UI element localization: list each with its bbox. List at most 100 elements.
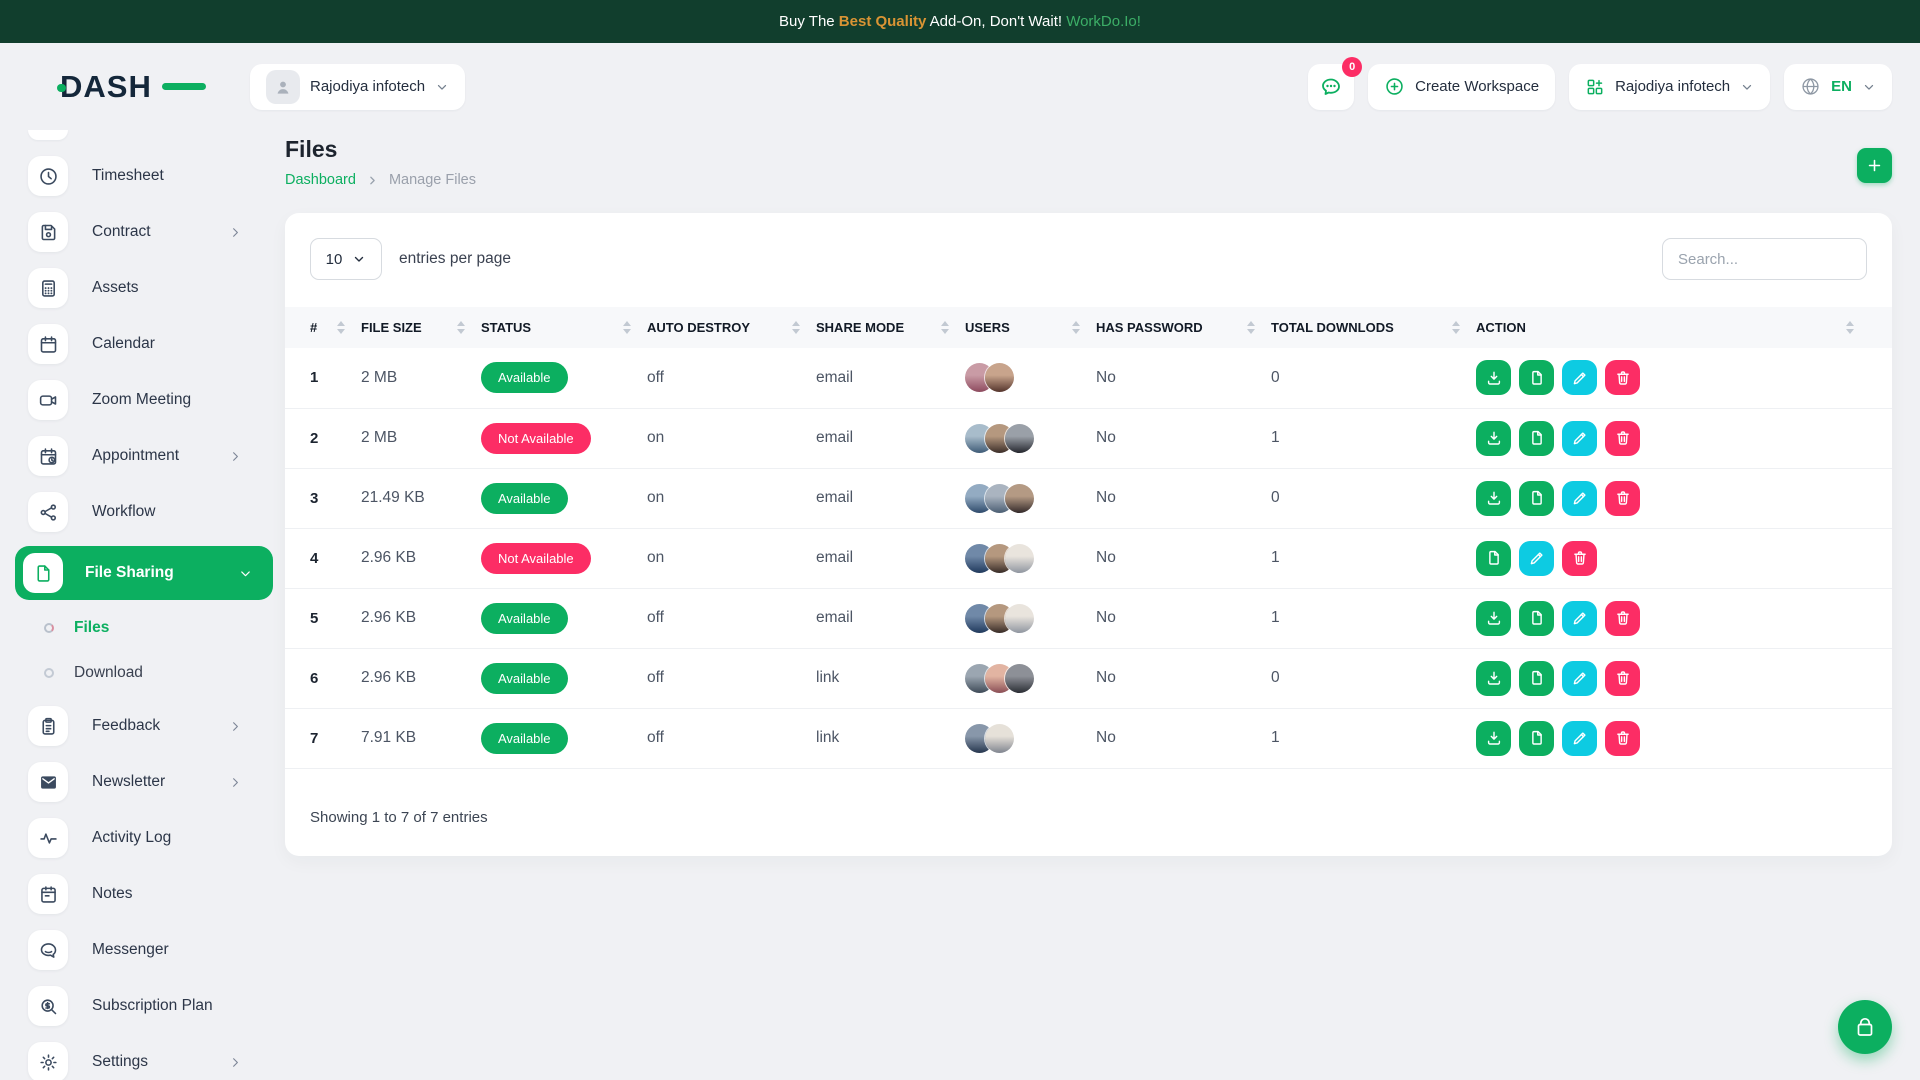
cell-share-mode: link: [816, 708, 965, 768]
download-button[interactable]: [1476, 360, 1511, 395]
file-button[interactable]: [1519, 421, 1554, 456]
sidebar-item-file-sharing[interactable]: File Sharing: [15, 546, 273, 600]
sidebar-item-activity-log[interactable]: Activity Log: [28, 818, 269, 858]
column-header-label: HAS PASSWORD: [1096, 320, 1203, 335]
sidebar-item-partial: [28, 130, 68, 140]
download-button[interactable]: [1476, 661, 1511, 696]
column-header-has-password[interactable]: HAS PASSWORD: [1096, 307, 1271, 348]
column-header-users[interactable]: USERS: [965, 307, 1096, 348]
sidebar-subitem-download[interactable]: Download: [44, 656, 269, 690]
addon-cart-button[interactable]: [1838, 1000, 1892, 1054]
workspace-avatar: [266, 70, 300, 104]
sort-icon[interactable]: [1452, 321, 1460, 334]
delete-button[interactable]: [1605, 661, 1640, 696]
add-file-button[interactable]: [1857, 148, 1892, 183]
edit-button[interactable]: [1562, 421, 1597, 456]
plus-icon: [1866, 157, 1883, 174]
delete-button[interactable]: [1605, 721, 1640, 756]
file-button[interactable]: [1519, 661, 1554, 696]
breadcrumb-dashboard[interactable]: Dashboard: [285, 172, 356, 188]
company-selector[interactable]: Rajodiya infotech: [1569, 64, 1770, 110]
sidebar-item-calendar[interactable]: Calendar: [28, 324, 269, 364]
sort-icon[interactable]: [623, 321, 631, 334]
edit-button[interactable]: [1562, 360, 1597, 395]
download-button[interactable]: [1476, 481, 1511, 516]
workspace-selector[interactable]: Rajodiya infotech: [250, 64, 465, 110]
search-input[interactable]: [1662, 238, 1867, 280]
file-button[interactable]: [1519, 360, 1554, 395]
edit-button[interactable]: [1562, 721, 1597, 756]
delete-button[interactable]: [1605, 421, 1640, 456]
sidebar-item-settings[interactable]: Settings: [28, 1042, 269, 1080]
logo-text: DASH: [60, 69, 152, 104]
sidebar-item-subscription-plan[interactable]: Subscription Plan: [28, 986, 269, 1026]
delete-button[interactable]: [1562, 541, 1597, 576]
create-workspace-button[interactable]: Create Workspace: [1368, 64, 1555, 110]
delete-button[interactable]: [1605, 360, 1640, 395]
edit-button[interactable]: [1562, 661, 1597, 696]
download-button[interactable]: [1476, 721, 1511, 756]
sort-icon[interactable]: [941, 321, 949, 334]
cell-auto-destroy: off: [647, 588, 816, 648]
sidebar-item-workflow[interactable]: Workflow: [28, 492, 269, 532]
table-body: 1 2 MB Available off email No 0 2 2 MB N…: [285, 348, 1892, 768]
edit-button[interactable]: [1562, 481, 1597, 516]
delete-button[interactable]: [1605, 601, 1640, 636]
download-button[interactable]: [1476, 601, 1511, 636]
sort-icon[interactable]: [1072, 321, 1080, 334]
column-header-index[interactable]: #: [285, 307, 361, 348]
sort-icon[interactable]: [1846, 321, 1854, 334]
delete-button[interactable]: [1605, 481, 1640, 516]
pulse-icon: [28, 818, 68, 858]
messages-button[interactable]: 0: [1308, 64, 1354, 110]
app-header: DASH Rajodiya infotech 0 Create Workspac…: [0, 43, 1920, 130]
sidebar-subitem-label: Download: [74, 664, 143, 682]
sidebar-item-assets[interactable]: Assets: [28, 268, 269, 308]
sidebar-item-appointment[interactable]: Appointment: [28, 436, 269, 476]
cell-auto-destroy: off: [647, 708, 816, 768]
cell-auto-destroy: off: [647, 648, 816, 708]
sidebar-item-zoom-meeting[interactable]: Zoom Meeting: [28, 380, 269, 420]
edit-button[interactable]: [1519, 541, 1554, 576]
column-header-status[interactable]: STATUS: [481, 307, 647, 348]
chevron-right-icon: [366, 174, 379, 187]
plus-circle-icon: [1384, 76, 1405, 97]
sidebar-item-label: Subscription Plan: [92, 997, 213, 1015]
sidebar-subitem-files[interactable]: Files: [44, 611, 269, 645]
sidebar-item-feedback[interactable]: Feedback: [28, 706, 269, 746]
cell-file-size: 2 MB: [361, 408, 481, 468]
sort-icon[interactable]: [457, 321, 465, 334]
column-header-auto-destroy[interactable]: AUTO DESTROY: [647, 307, 816, 348]
cell-has-password: No: [1096, 648, 1271, 708]
cell-file-size: 2.96 KB: [361, 588, 481, 648]
sidebar-item-notes[interactable]: Notes: [28, 874, 269, 914]
banner-link[interactable]: WorkDo.Io!: [1066, 13, 1141, 30]
column-header-share-mode[interactable]: SHARE MODE: [816, 307, 965, 348]
chat-icon: [28, 930, 68, 970]
entries-per-page-select[interactable]: 10: [310, 238, 382, 280]
language-selector[interactable]: EN: [1784, 64, 1892, 110]
app-logo[interactable]: DASH: [60, 69, 192, 105]
action-buttons: [1476, 360, 1892, 395]
file-button[interactable]: [1476, 541, 1511, 576]
sort-icon[interactable]: [337, 321, 345, 334]
file-button[interactable]: [1519, 601, 1554, 636]
sidebar-item-contract[interactable]: Contract: [28, 212, 269, 252]
column-header-label: SHARE MODE: [816, 320, 904, 335]
column-header-file-size[interactable]: FILE SIZE: [361, 307, 481, 348]
banner-text: Buy The: [779, 13, 839, 30]
file-button[interactable]: [1519, 721, 1554, 756]
chevron-down-icon: [352, 252, 366, 266]
sidebar-item-messenger[interactable]: Messenger: [28, 930, 269, 970]
column-header-total-downlods[interactable]: TOTAL DOWNLODS: [1271, 307, 1476, 348]
sidebar-item-newsletter[interactable]: Newsletter: [28, 762, 269, 802]
sidebar-item-timesheet[interactable]: Timesheet: [28, 156, 269, 196]
sort-icon[interactable]: [792, 321, 800, 334]
download-button[interactable]: [1476, 421, 1511, 456]
file-button[interactable]: [1519, 481, 1554, 516]
column-header-action[interactable]: ACTION: [1476, 307, 1892, 348]
avatar-group: [965, 424, 1096, 453]
sort-icon[interactable]: [1247, 321, 1255, 334]
edit-button[interactable]: [1562, 601, 1597, 636]
breadcrumb-current: Manage Files: [389, 172, 476, 188]
